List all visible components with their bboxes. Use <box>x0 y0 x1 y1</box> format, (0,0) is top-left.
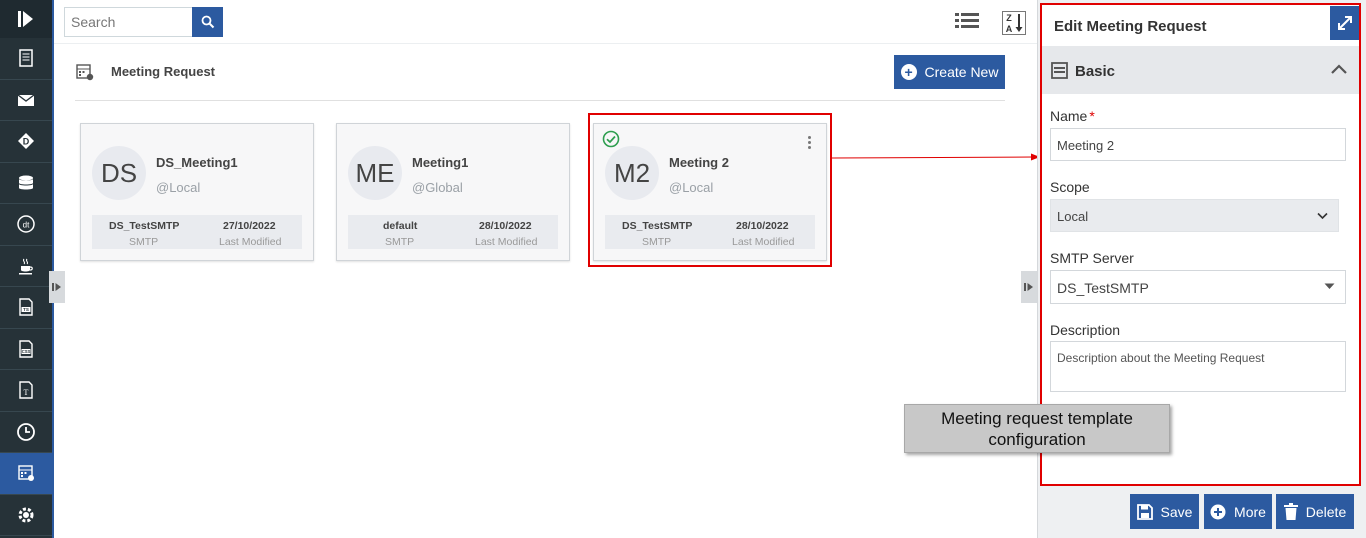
save-icon <box>1136 503 1153 520</box>
more-label: More <box>1234 503 1266 520</box>
edit-panel: Edit Meeting Request Basic Name * Meeting… <box>1037 0 1366 538</box>
save-button[interactable]: Save <box>1130 494 1199 529</box>
trash-icon <box>1283 503 1298 520</box>
save-label: Save <box>1160 503 1193 520</box>
more-button[interactable]: More <box>1204 494 1272 529</box>
annotation-callout: Meeting request template configuration <box>904 404 1170 453</box>
delete-label: Delete <box>1305 503 1347 520</box>
plus-circle-icon <box>1210 504 1226 519</box>
callout-line-2: configuration <box>988 430 1086 449</box>
delete-button[interactable]: Delete <box>1276 494 1354 529</box>
callout-line-1: Meeting request template <box>941 409 1133 428</box>
